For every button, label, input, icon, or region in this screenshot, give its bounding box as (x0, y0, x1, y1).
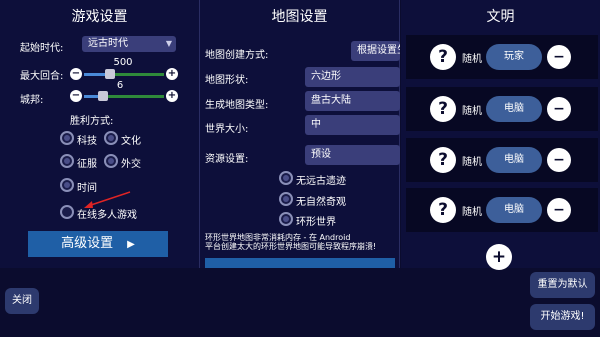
max-turns-label: 最大回合: (20, 71, 64, 82)
map-creation-label: 地图创建方式: (205, 50, 269, 61)
no-ruins-radio[interactable] (279, 171, 293, 185)
victory-domination-label: 征服 (77, 159, 97, 170)
map-shape-label: 地图形状: (205, 75, 249, 86)
advanced-settings-label: 高级设置 (61, 236, 114, 251)
map-creation-select[interactable]: 根据设置生 (351, 41, 400, 61)
world-wrap-warning: 环形世界地图非常消耗内存 - 在 Android 平台创建太大的环形世界地图可能… (205, 233, 376, 251)
map-action-button[interactable] (205, 258, 395, 268)
reset-defaults-button[interactable]: 重置为默认 (530, 272, 595, 298)
world-wrap-radio[interactable] (279, 212, 293, 226)
civ-row: ? 随机 电脑 − (406, 138, 598, 182)
game-settings-title: 游戏设置 (71, 9, 128, 25)
player-type-button[interactable]: 电脑 (486, 147, 542, 173)
bottom-bar (0, 268, 600, 337)
civ-row: ? 随机 玩家 − (406, 35, 598, 79)
plus-icon[interactable]: + (166, 90, 178, 102)
player-type-button[interactable]: 玩家 (486, 44, 542, 70)
remove-civ-button[interactable]: − (547, 148, 571, 172)
map-type-label: 生成地图类型: (205, 100, 269, 111)
start-era-select[interactable]: 远古时代 ▼ (82, 36, 176, 52)
victory-science-label: 科技 (77, 136, 97, 147)
start-era-label: 起始时代: (20, 43, 64, 54)
slider-thumb[interactable] (105, 69, 115, 79)
advanced-settings-button[interactable]: 高级设置 ▶ (28, 231, 168, 257)
civ-random-label: 随机 (462, 207, 482, 218)
remove-civ-button[interactable]: − (547, 198, 571, 222)
chevron-down-icon: ▼ (165, 39, 172, 48)
resource-select[interactable]: 预设 (305, 145, 400, 165)
no-wonders-label: 无自然奇观 (296, 197, 346, 208)
online-multiplayer-checkbox[interactable] (60, 205, 74, 219)
minus-icon[interactable]: − (70, 68, 82, 80)
map-type-value: 盘古大陆 (311, 95, 351, 106)
map-creation-value: 根据设置生 (357, 45, 400, 56)
civilizations-title: 文明 (486, 9, 515, 25)
play-arrow-icon: ▶ (127, 239, 135, 250)
start-game-button[interactable]: 开始游戏! (530, 304, 595, 330)
remove-civ-button[interactable]: − (547, 45, 571, 69)
red-arrow-annotation-icon (84, 191, 131, 208)
question-mark-icon[interactable]: ? (430, 197, 456, 223)
warning-line-1: 环形世界地图非常消耗内存 - 在 Android (205, 233, 351, 242)
map-type-select[interactable]: 盘古大陆 (305, 91, 400, 111)
victory-diplomacy-label: 外交 (121, 159, 141, 170)
resource-label: 资源设置: (205, 154, 249, 165)
city-states-label: 城邦: (20, 95, 44, 106)
plus-icon[interactable]: + (166, 68, 178, 80)
player-type-button[interactable]: 电脑 (486, 197, 542, 223)
map-settings-title: 地图设置 (271, 9, 328, 25)
minus-icon[interactable]: − (70, 90, 82, 102)
victory-culture-label: 文化 (121, 136, 141, 147)
remove-civ-button[interactable]: − (547, 97, 571, 121)
resource-value: 预设 (311, 149, 331, 160)
civ-random-label: 随机 (462, 157, 482, 168)
civ-row: ? 随机 电脑 − (406, 87, 598, 131)
player-type-button[interactable]: 电脑 (486, 96, 542, 122)
victory-time-radio[interactable] (60, 178, 74, 192)
start-era-value: 远古时代 (88, 38, 128, 49)
world-wrap-label: 环形世界 (296, 217, 336, 228)
city-states-slider[interactable]: − + (70, 88, 178, 104)
victory-domination-radio[interactable] (60, 154, 74, 168)
victory-science-radio[interactable] (60, 131, 74, 145)
world-size-label: 世界大小: (205, 124, 249, 135)
slider-thumb[interactable] (98, 91, 108, 101)
no-ruins-label: 无远古遗迹 (296, 176, 346, 187)
warning-line-2: 平台创建太大的环形世界地图可能导致程序崩溃! (205, 242, 377, 251)
civ-row: ? 随机 电脑 − (406, 188, 598, 232)
question-mark-icon[interactable]: ? (430, 44, 456, 70)
victory-label: 胜利方式: (70, 116, 114, 127)
world-size-value: 中 (311, 119, 321, 130)
world-size-select[interactable]: 中 (305, 115, 400, 135)
add-civ-button[interactable]: + (486, 244, 512, 270)
no-wonders-radio[interactable] (279, 192, 293, 206)
civ-random-label: 随机 (462, 106, 482, 117)
question-mark-icon[interactable]: ? (430, 147, 456, 173)
map-shape-value: 六边形 (311, 71, 341, 82)
map-shape-select[interactable]: 六边形 (305, 67, 400, 87)
game-settings-panel: 游戏设置 起始时代: 远古时代 ▼ 500 最大回合: − + 6 城邦: − … (0, 0, 200, 268)
civ-random-label: 随机 (462, 54, 482, 65)
close-button[interactable]: 关闭 (5, 288, 39, 314)
question-mark-icon[interactable]: ? (430, 96, 456, 122)
victory-diplomacy-radio[interactable] (104, 154, 118, 168)
victory-culture-radio[interactable] (104, 131, 118, 145)
